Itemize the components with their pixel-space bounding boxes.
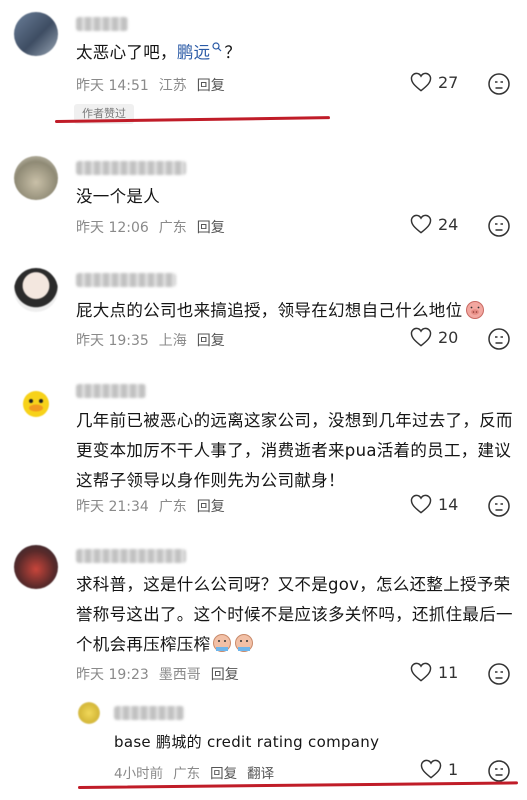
- like-button[interactable]: 11: [410, 662, 458, 682]
- location: 广东: [158, 499, 187, 515]
- avatar[interactable]: [14, 12, 58, 56]
- heart-outline-icon: [410, 72, 432, 92]
- like-count: 20: [438, 327, 459, 347]
- timestamp: 昨天 21:34: [76, 499, 149, 515]
- crying-emoji: [213, 634, 254, 652]
- like-button[interactable]: 20: [410, 327, 458, 347]
- location: 墨西哥: [158, 667, 201, 683]
- reply-button[interactable]: 回复: [197, 78, 225, 94]
- frown-face-icon[interactable]: [487, 327, 511, 351]
- timestamp: 昨天 19:35: [76, 333, 149, 349]
- like-button[interactable]: 14: [410, 494, 458, 514]
- search-icon: [212, 42, 222, 52]
- reply-text: base 鹏城的 credit rating company: [114, 733, 380, 751]
- reply-button[interactable]: 回复: [197, 499, 225, 515]
- timestamp: 昨天 14:51: [76, 78, 149, 94]
- pig-face-emoji: [466, 301, 485, 319]
- like-count: 27: [438, 72, 459, 92]
- like-count: 14: [438, 494, 459, 514]
- frown-face-icon[interactable]: [487, 214, 511, 238]
- heart-outline-icon: [410, 214, 432, 234]
- like-count: 1: [448, 759, 459, 779]
- username-blurred[interactable]: [76, 273, 176, 287]
- location: 上海: [158, 333, 187, 349]
- comment-meta: 昨天 19:23 墨西哥 回复: [76, 664, 249, 684]
- frown-face-icon[interactable]: [487, 72, 511, 96]
- translate-button[interactable]: 翻译: [247, 766, 274, 782]
- like-button[interactable]: 24: [410, 214, 458, 234]
- username-blurred[interactable]: [76, 17, 128, 31]
- heart-outline-icon: [420, 759, 442, 779]
- comment-meta: 昨天 19:35 上海 回复: [76, 330, 235, 350]
- comment-meta: 昨天 14:51 江苏 回复: [76, 75, 235, 95]
- username-blurred[interactable]: [114, 706, 184, 720]
- frown-face-icon[interactable]: [487, 759, 511, 783]
- reply-meta: 4小时前 广东 回复 翻译: [114, 762, 284, 782]
- avatar[interactable]: [14, 545, 58, 589]
- comment-text: 没一个是人: [76, 187, 160, 206]
- comment-text: 几年前已被恶心的远离这家公司，没想到几年过去了，反而更变本加厉不干人事了，消费逝…: [76, 411, 513, 490]
- like-button[interactable]: 1: [420, 759, 458, 779]
- red-underline-annotation: [77, 781, 518, 789]
- frown-face-icon[interactable]: [487, 662, 511, 686]
- avatar[interactable]: [14, 380, 58, 424]
- like-count: 24: [438, 214, 459, 234]
- username-blurred[interactable]: [76, 384, 146, 398]
- avatar[interactable]: [14, 156, 58, 200]
- timestamp: 昨天 19:23: [76, 667, 149, 683]
- comment-text: 求科普，这是什么公司呀？又不是gov，怎么还整上授予荣誉称号这出了。这个时候不是…: [76, 575, 513, 654]
- username-blurred[interactable]: [76, 161, 186, 175]
- like-button[interactable]: 27: [410, 72, 458, 92]
- location: 广东: [158, 220, 187, 236]
- like-count: 11: [438, 662, 459, 682]
- comment-meta: 昨天 21:34 广东 回复: [76, 496, 235, 516]
- avatar[interactable]: [14, 268, 58, 312]
- heart-outline-icon: [410, 494, 432, 514]
- timestamp: 4小时前: [114, 766, 164, 782]
- avatar[interactable]: [78, 702, 100, 724]
- location: 江苏: [158, 78, 187, 94]
- mention-link[interactable]: 鹏远: [177, 42, 225, 62]
- comment-meta: 昨天 12:06 广东 回复: [76, 217, 235, 237]
- comment-text: 太恶心了吧，鹏远？: [76, 42, 242, 62]
- location: 广东: [173, 766, 201, 782]
- heart-outline-icon: [410, 327, 432, 347]
- frown-face-icon[interactable]: [487, 494, 511, 518]
- username-blurred[interactable]: [76, 549, 186, 563]
- heart-outline-icon: [410, 662, 432, 682]
- timestamp: 昨天 12:06: [76, 220, 149, 236]
- duck-avatar-icon: [23, 391, 49, 417]
- reply-button[interactable]: 回复: [211, 667, 239, 683]
- comment-text: 屁大点的公司也来搞追授，领导在幻想自己什么地位: [76, 296, 516, 326]
- reply-button[interactable]: 回复: [197, 333, 225, 349]
- reply-button[interactable]: 回复: [197, 220, 225, 236]
- reply-button[interactable]: 回复: [210, 766, 237, 782]
